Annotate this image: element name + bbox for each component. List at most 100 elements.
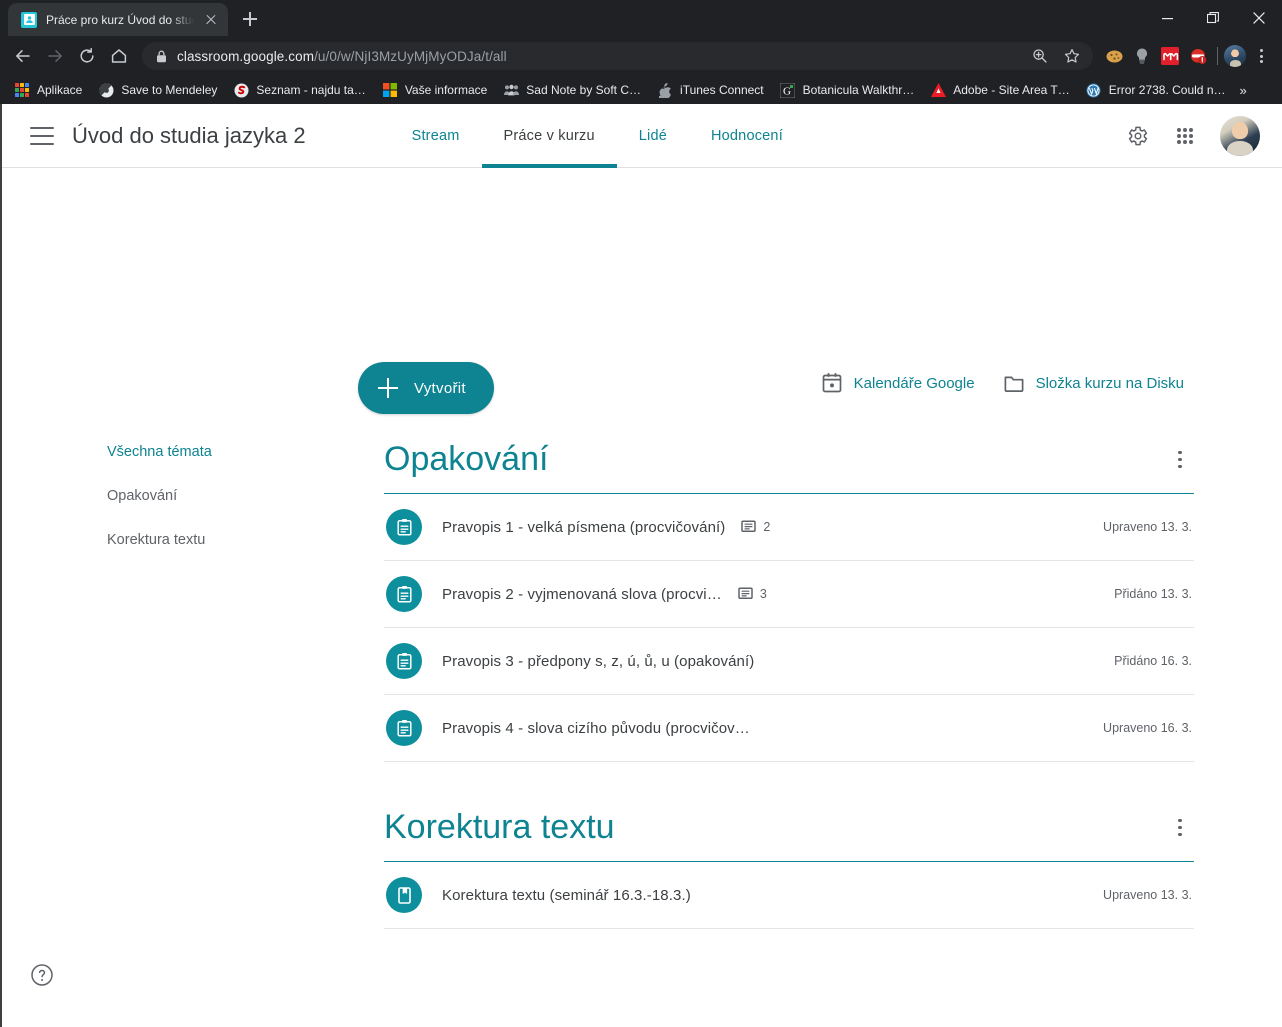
- sidebar-item-all-topics[interactable]: Všechna témata: [107, 444, 307, 460]
- tab-classwork[interactable]: Práce v kurzu: [481, 104, 618, 168]
- three-dot-menu-icon[interactable]: [1248, 43, 1274, 69]
- bookmark-error-2738[interactable]: Error 2738. Could n…: [1078, 79, 1234, 101]
- classwork-row[interactable]: Pravopis 2 - vyjmenovaná slova (procvi… …: [384, 561, 1194, 628]
- close-button[interactable]: [1236, 0, 1282, 36]
- comment-count-value: 2: [763, 520, 771, 534]
- zoom-in-icon[interactable]: [1027, 43, 1053, 69]
- comment-count-value: 3: [759, 587, 767, 601]
- microsoft-icon: [382, 82, 398, 98]
- omnibox-actions: [1027, 43, 1085, 69]
- new-tab-button[interactable]: [236, 5, 264, 33]
- address-bar[interactable]: classroom.google.com/u/0/w/NjI3MzUyMjMyO…: [142, 42, 1093, 70]
- bookmark-label: Botanicula Walkthr…: [802, 83, 915, 97]
- wordpress-icon: [1086, 82, 1102, 98]
- assignment-icon: [386, 576, 422, 612]
- classwork-row[interactable]: Pravopis 3 - předpony s, z, ú, ů, u (opa…: [384, 628, 1194, 695]
- drive-folder-label: Složka kurzu na Disku: [1035, 374, 1184, 392]
- sidebar-item-opakovani[interactable]: Opakování: [107, 488, 307, 504]
- bookmarks-overflow-button[interactable]: »: [1234, 83, 1253, 98]
- create-button-label: Vytvořit: [414, 379, 466, 397]
- folder-icon: [1004, 376, 1024, 392]
- bookmark-label: iTunes Connect: [680, 83, 764, 97]
- tab-grades[interactable]: Hodnocení: [689, 104, 805, 168]
- tab-close-icon[interactable]: [203, 12, 219, 28]
- classwork-title: Pravopis 2 - vyjmenovaná slova (procvi…: [442, 585, 722, 603]
- bookmarks-bar: Aplikace Save to Mendeley Seznam - najdu…: [0, 76, 1282, 104]
- create-button[interactable]: Vytvořit: [358, 362, 494, 414]
- tab-people[interactable]: Lidé: [617, 104, 689, 168]
- user-avatar[interactable]: [1220, 116, 1260, 156]
- tab-stream[interactable]: Stream: [390, 104, 482, 168]
- header-actions: [1124, 104, 1260, 168]
- browser-profile-avatar[interactable]: [1224, 45, 1246, 67]
- cookie-extension-icon[interactable]: [1101, 43, 1127, 69]
- classwork-content: Vytvořit Kalendáře Google Složka kurzu n…: [2, 168, 1282, 1027]
- topic-title: Opakování: [384, 440, 549, 478]
- forward-arrow-icon[interactable]: [40, 41, 70, 71]
- star-icon[interactable]: [1059, 43, 1085, 69]
- apple-icon: [657, 82, 673, 98]
- topic-title: Korektura textu: [384, 808, 615, 846]
- lamp-extension-icon[interactable]: [1129, 43, 1155, 69]
- classwork-row[interactable]: Korektura textu (seminář 16.3.-18.3.) Up…: [384, 862, 1194, 929]
- restore-button[interactable]: [1190, 0, 1236, 36]
- url-text: classroom.google.com/u/0/w/NjI3MzUyMjMyO…: [177, 49, 1017, 64]
- classwork-date: Upraveno 16. 3.: [1103, 721, 1192, 735]
- topic-block: Korektura textu Korektura textu (seminář…: [384, 808, 1194, 929]
- hamburger-menu-icon[interactable]: [30, 126, 54, 145]
- bookmark-seznam[interactable]: Seznam - najdu ta…: [225, 79, 373, 101]
- assignment-icon: [386, 509, 422, 545]
- seznam-icon: [233, 82, 249, 98]
- classwork-row[interactable]: Pravopis 1 - velká písmena (procvičování…: [384, 494, 1194, 561]
- back-arrow-icon[interactable]: [8, 41, 38, 71]
- classwork-title: Pravopis 1 - velká písmena (procvičování…: [442, 518, 726, 536]
- bookmark-label: Save to Mendeley: [121, 83, 218, 97]
- classwork-row[interactable]: Pravopis 4 - slova cizího původu (procvi…: [384, 695, 1194, 762]
- drive-folder-link[interactable]: Složka kurzu na Disku: [1003, 372, 1184, 394]
- classwork-title: Pravopis 3 - předpony s, z, ú, ů, u (opa…: [442, 652, 755, 670]
- classwork-date: Přidáno 16. 3.: [1114, 654, 1192, 668]
- adobe-icon: [930, 82, 946, 98]
- gear-icon[interactable]: [1124, 123, 1150, 149]
- apps-grid-icon: [14, 82, 30, 98]
- sidebar-item-korektura-textu[interactable]: Korektura textu: [107, 532, 307, 548]
- reload-icon[interactable]: [72, 41, 102, 71]
- toolbar-divider: [1217, 47, 1218, 65]
- classwork-date: Přidáno 13. 3.: [1114, 587, 1192, 601]
- bookmark-botanicula[interactable]: G Botanicula Walkthr…: [772, 79, 923, 101]
- browser-window: Práce pro kurz Úvod do studia ja: [0, 0, 1282, 1027]
- mendeley-icon: [98, 82, 114, 98]
- topics-sidebar: Všechna témata Opakování Korektura textu: [107, 444, 307, 548]
- kebab-menu-icon[interactable]: [1166, 446, 1194, 474]
- assignment-icon: [386, 643, 422, 679]
- material-book-icon: [386, 877, 422, 913]
- bookmark-adobe[interactable]: Adobe - Site Area T…: [922, 79, 1078, 101]
- bookmark-save-to-mendeley[interactable]: Save to Mendeley: [90, 79, 225, 101]
- classroom-header: Úvod do studia jazyka 2 Stream Práce v k…: [2, 104, 1282, 168]
- bookmark-label: Error 2738. Could n…: [1108, 83, 1226, 97]
- browser-tab[interactable]: Práce pro kurz Úvod do studia ja: [8, 3, 228, 36]
- ninja-extension-icon[interactable]: [1185, 43, 1211, 69]
- comment-icon: [741, 520, 757, 532]
- bookmark-sad-note[interactable]: Sad Note by Soft C…: [495, 79, 649, 101]
- mendeley-extension-icon[interactable]: [1157, 43, 1183, 69]
- google-apps-grid-icon[interactable]: [1172, 123, 1198, 149]
- home-icon[interactable]: [104, 41, 134, 71]
- bookmark-label: Sad Note by Soft C…: [526, 83, 642, 97]
- bookmark-itunes-connect[interactable]: iTunes Connect: [649, 79, 772, 101]
- minimize-button[interactable]: [1144, 0, 1190, 36]
- google-calendar-link[interactable]: Kalendáře Google: [821, 372, 975, 394]
- classroom-favicon: [21, 11, 37, 28]
- tab-strip: Práce pro kurz Úvod do studia ja: [0, 0, 1282, 36]
- topic-header: Korektura textu: [384, 808, 1194, 862]
- help-icon[interactable]: [30, 963, 54, 987]
- browser-toolbar: classroom.google.com/u/0/w/NjI3MzUyMjMyO…: [0, 36, 1282, 76]
- url-path: /u/0/w/NjI3MzUyMjMyODJa/t/all: [314, 48, 507, 64]
- classroom-tabs: Stream Práce v kurzu Lidé Hodnocení: [390, 104, 805, 168]
- bookmark-vase-informace[interactable]: Vaše informace: [374, 79, 495, 101]
- bookmark-apps[interactable]: Aplikace: [6, 79, 90, 101]
- lock-icon: [156, 50, 167, 63]
- quick-links: Kalendáře Google Složka kurzu na Disku: [821, 372, 1184, 394]
- comment-icon: [738, 587, 753, 599]
- kebab-menu-icon[interactable]: [1166, 814, 1194, 842]
